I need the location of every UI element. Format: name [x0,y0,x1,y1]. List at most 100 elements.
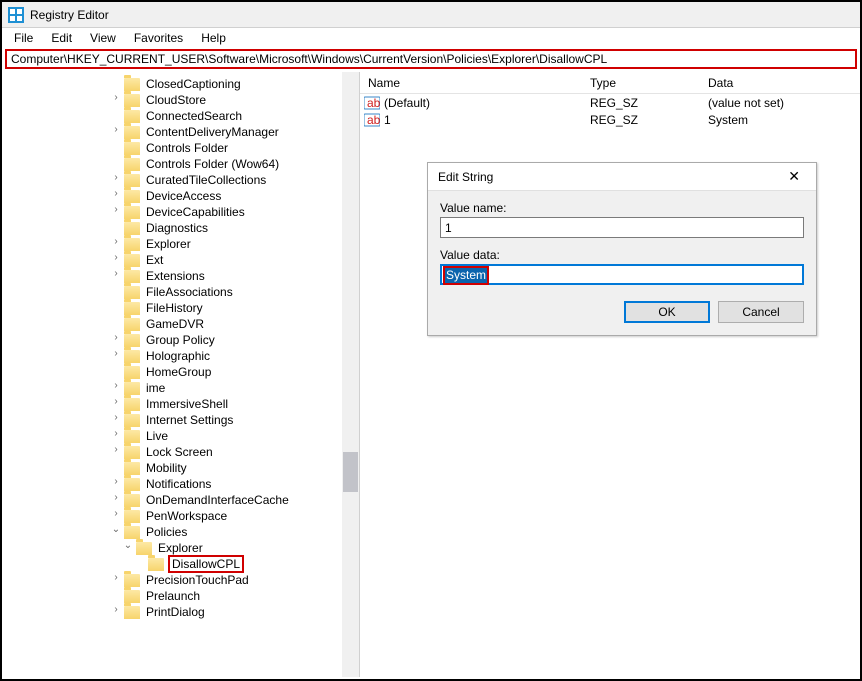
tree-node-label[interactable]: Group Policy [144,333,217,347]
chevron-right-icon[interactable]: › [110,508,122,524]
tree-node[interactable]: Prelaunch [122,588,202,604]
tree-node[interactable]: DisallowCPL [146,556,244,572]
menu-edit[interactable]: Edit [43,29,80,47]
tree-node[interactable]: Group Policy [122,332,217,348]
tree-node[interactable]: Notifications [122,476,213,492]
tree-node-label[interactable]: ImmersiveShell [144,397,230,411]
tree-node-label[interactable]: HomeGroup [144,365,213,379]
tree-node[interactable]: Lock Screen [122,444,215,460]
address-bar[interactable] [5,49,857,69]
tree-node-label[interactable]: ConnectedSearch [144,109,244,123]
tree-node[interactable]: Extensions [122,268,207,284]
registry-tree[interactable]: ClosedCaptioning › CloudStore ConnectedSear… [2,72,359,624]
chevron-right-icon[interactable]: › [110,188,122,204]
menu-help[interactable]: Help [193,29,234,47]
tree-node[interactable]: FileAssociations [122,284,235,300]
value-list[interactable]: ab(Default) REG_SZ (value not set) ab1 R… [360,94,860,128]
tree-node-label[interactable]: ClosedCaptioning [144,77,243,91]
tree-node[interactable]: FileHistory [122,300,205,316]
cancel-button[interactable]: Cancel [718,301,804,323]
col-data[interactable]: Data [700,73,860,93]
chevron-right-icon[interactable]: › [110,268,122,284]
chevron-down-icon[interactable]: ⌄ [122,540,134,556]
tree-node[interactable]: PenWorkspace [122,508,229,524]
chevron-right-icon[interactable]: › [110,412,122,428]
tree-node-label[interactable]: Live [144,429,170,443]
chevron-right-icon[interactable]: › [110,172,122,188]
tree-node-label[interactable]: PenWorkspace [144,509,229,523]
tree-node-label[interactable]: Explorer [144,237,193,251]
col-type[interactable]: Type [582,73,700,93]
tree-node[interactable]: PrintDialog [122,604,207,620]
tree-node[interactable]: ImmersiveShell [122,396,230,412]
tree-node[interactable]: ContentDeliveryManager [122,124,281,140]
chevron-right-icon[interactable]: › [110,236,122,252]
dialog-title-bar[interactable]: Edit String ✕ [428,163,816,191]
tree-node[interactable]: CuratedTileCollections [122,172,268,188]
tree-node-label[interactable]: FileHistory [144,301,205,315]
tree-node-label[interactable]: OnDemandInterfaceCache [144,493,291,507]
address-input[interactable] [11,52,851,66]
tree-node-label[interactable]: Policies [144,525,189,539]
tree-node-label[interactable]: FileAssociations [144,285,235,299]
tree-node-label[interactable]: PrecisionTouchPad [144,573,251,587]
chevron-right-icon[interactable]: › [110,476,122,492]
ok-button[interactable]: OK [624,301,710,323]
tree-node-label[interactable]: ContentDeliveryManager [144,125,281,139]
tree-node-label[interactable]: DeviceAccess [144,189,223,203]
chevron-right-icon[interactable]: › [110,124,122,140]
tree-node-label[interactable]: Explorer [156,541,205,555]
tree-node[interactable]: PrecisionTouchPad [122,572,251,588]
menu-file[interactable]: File [6,29,41,47]
chevron-right-icon[interactable]: › [110,92,122,108]
tree-node[interactable]: OnDemandInterfaceCache [122,492,291,508]
tree-node[interactable]: Holographic [122,348,212,364]
chevron-right-icon[interactable]: › [110,380,122,396]
tree-node[interactable]: ClosedCaptioning [122,76,243,92]
tree-node-label[interactable]: CloudStore [144,93,208,107]
chevron-right-icon[interactable]: › [110,444,122,460]
tree-node[interactable]: DeviceCapabilities [122,204,247,220]
tree-node[interactable]: Mobility [122,460,189,476]
tree-node[interactable]: Live [122,428,170,444]
menu-favorites[interactable]: Favorites [126,29,191,47]
tree-node-label[interactable]: ime [144,381,167,395]
chevron-right-icon[interactable]: › [110,348,122,364]
tree-node-label[interactable]: Internet Settings [144,413,235,427]
menu-view[interactable]: View [82,29,124,47]
tree-node[interactable]: Controls Folder (Wow64) [122,156,281,172]
chevron-down-icon[interactable]: ⌄ [110,524,122,540]
tree-node[interactable]: ConnectedSearch [122,108,244,124]
chevron-right-icon[interactable]: › [110,492,122,508]
tree-node-label[interactable]: PrintDialog [144,605,207,619]
value-row[interactable]: ab(Default) REG_SZ (value not set) [360,94,860,111]
tree-scrollbar[interactable] [342,72,359,677]
chevron-right-icon[interactable]: › [110,252,122,268]
tree-node[interactable]: HomeGroup [122,364,213,380]
tree-node-label[interactable]: GameDVR [144,317,206,331]
tree-node-label[interactable]: Holographic [144,349,212,363]
chevron-right-icon[interactable]: › [110,428,122,444]
tree-node-label[interactable]: CuratedTileCollections [144,173,268,187]
tree-node[interactable]: Controls Folder [122,140,230,156]
tree-node-label[interactable]: Notifications [144,477,213,491]
chevron-right-icon[interactable]: › [110,204,122,220]
chevron-right-icon[interactable]: › [110,396,122,412]
tree-node-label[interactable]: DisallowCPL [168,555,244,573]
tree-node[interactable]: Ext [122,252,165,268]
tree-node[interactable]: Internet Settings [122,412,235,428]
chevron-right-icon[interactable]: › [110,572,122,588]
value-row[interactable]: ab1 REG_SZ System [360,111,860,128]
col-name[interactable]: Name [360,73,582,93]
tree-node-label[interactable]: Lock Screen [144,445,215,459]
tree-node-label[interactable]: Diagnostics [144,221,210,235]
tree-node[interactable]: Explorer [134,540,205,556]
tree-node-label[interactable]: Mobility [144,461,189,475]
chevron-right-icon[interactable]: › [110,604,122,620]
tree-node[interactable]: CloudStore [122,92,208,108]
tree-node[interactable]: DeviceAccess [122,188,223,204]
valuedata-input[interactable] [440,264,804,285]
tree-node-label[interactable]: Controls Folder (Wow64) [144,157,281,171]
tree-node[interactable]: ime [122,380,167,396]
tree-node-label[interactable]: DeviceCapabilities [144,205,247,219]
